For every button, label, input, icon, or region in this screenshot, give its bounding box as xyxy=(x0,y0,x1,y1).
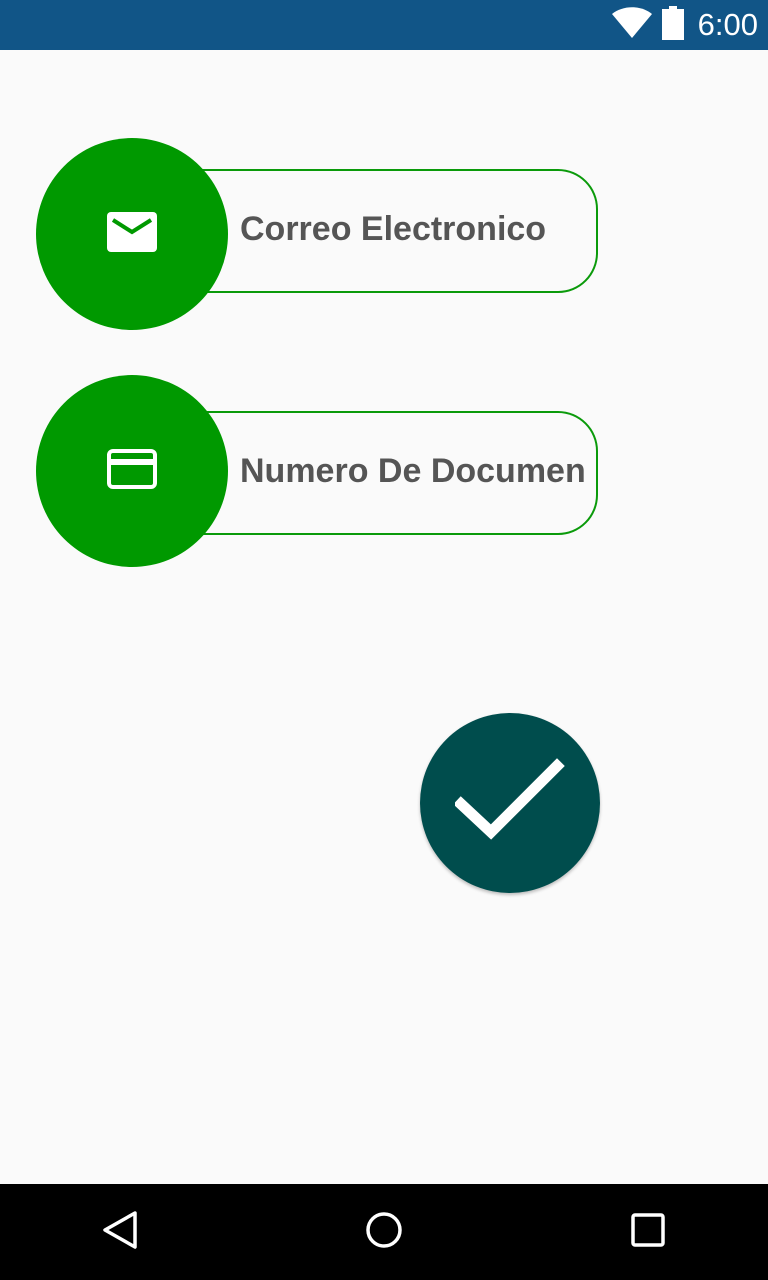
back-button[interactable] xyxy=(72,1184,168,1280)
document-number-field-label: Numero De Documen xyxy=(240,452,585,490)
recents-icon xyxy=(631,1212,665,1252)
check-icon xyxy=(453,756,565,851)
confirm-button[interactable] xyxy=(420,713,600,893)
mail-icon xyxy=(107,211,157,257)
credit-card-icon xyxy=(107,448,157,494)
email-field-label: Correo Electronico xyxy=(240,210,547,248)
email-field-icon-circle xyxy=(36,138,228,330)
email-field[interactable]: Correo Electronico xyxy=(0,0,768,340)
recents-button[interactable] xyxy=(600,1184,696,1280)
home-icon xyxy=(365,1211,403,1254)
back-icon xyxy=(102,1210,138,1255)
navigation-bar xyxy=(0,1184,768,1280)
document-number-field[interactable]: Numero De Documen xyxy=(0,340,768,580)
home-button[interactable] xyxy=(336,1184,432,1280)
document-number-field-icon-circle xyxy=(36,375,228,567)
